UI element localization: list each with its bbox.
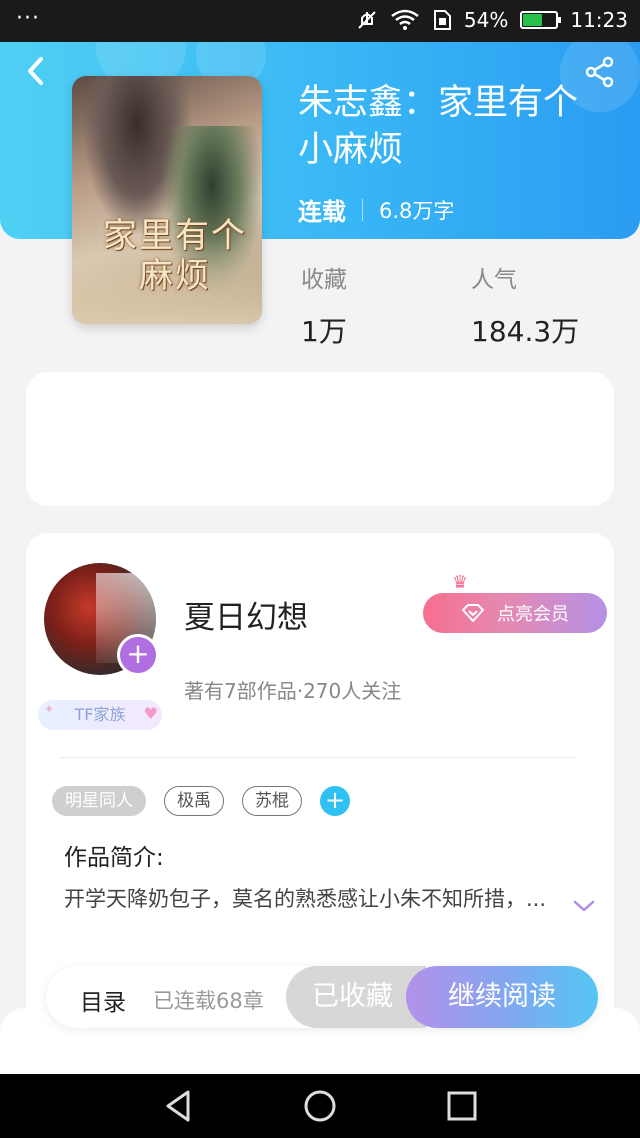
stat-popularity: 人气 184.3万 — [471, 260, 579, 350]
empty-card — [26, 372, 614, 506]
continue-reading-button[interactable]: 继续阅读 — [406, 966, 598, 1028]
tag-list: 明星同人 极禹 苏棍 + — [52, 786, 350, 816]
intro-text: 开学天降奶包子，莫名的熟悉感让小朱不知所措，... — [64, 887, 547, 911]
tag-item[interactable]: 极禹 — [164, 786, 224, 816]
stat-value: 1万 — [301, 315, 347, 348]
follow-plus-icon[interactable]: + — [117, 634, 159, 676]
chapter-count: 已连载68章 — [153, 989, 264, 1013]
stat-label: 人气 — [471, 267, 517, 293]
system-nav-bar — [0, 1074, 640, 1138]
author-info: 著有7部作品·270人关注 — [184, 679, 402, 703]
back-triangle-icon[interactable] — [160, 1088, 196, 1124]
family-badge: ✦ TF家族 ♥ — [38, 700, 162, 730]
stat-value: 184.3万 — [471, 315, 580, 348]
battery-percent: 54% — [463, 8, 509, 32]
card-divider — [60, 757, 576, 758]
stat-label: 收藏 — [301, 267, 347, 293]
meta-divider — [362, 198, 363, 221]
toc-button[interactable]: 目录 — [80, 983, 126, 1017]
battery-icon — [520, 11, 562, 29]
word-count: 6.8万字 — [379, 198, 455, 223]
book-title: 朱志鑫：家里有个小麻烦 — [298, 83, 579, 170]
vip-button[interactable]: 点亮会员 — [423, 593, 607, 633]
mute-icon — [358, 11, 376, 29]
wifi-icon — [391, 9, 419, 30]
back-icon[interactable] — [20, 54, 52, 88]
notification-dots: ··· — [16, 6, 40, 31]
vip-button-label: 点亮会员 — [497, 604, 569, 625]
tag-item[interactable]: 苏棍 — [242, 786, 302, 816]
sparkle-icon: ✦ — [44, 702, 55, 716]
diamond-icon — [462, 604, 484, 622]
book-meta: 连载 6.8万字 — [298, 192, 454, 227]
family-badge-label: TF家族 — [74, 705, 126, 724]
cover-title: 家里有个麻烦 — [103, 216, 247, 296]
recents-square-icon[interactable] — [444, 1088, 480, 1124]
intro-title: 作品简介: — [64, 845, 164, 871]
collected-button[interactable]: 已收藏 — [286, 966, 426, 1028]
tag-item[interactable]: 明星同人 — [52, 786, 146, 816]
heart-icon: ♥ — [143, 704, 158, 723]
home-circle-icon[interactable] — [302, 1088, 338, 1124]
author-name[interactable]: 夏日幻想 — [184, 592, 308, 637]
battery-fill — [523, 14, 542, 26]
add-tag-icon[interactable]: + — [320, 786, 350, 816]
sim-icon — [433, 10, 451, 30]
crown-icon: ♛ — [452, 572, 469, 593]
status-bar: ··· 54% 11:23 — [0, 0, 640, 42]
chevron-down-icon[interactable] — [572, 898, 596, 914]
clock: 11:23 — [570, 8, 628, 32]
book-cover[interactable]: 家里有个麻烦 — [72, 76, 262, 324]
stat-collections: 收藏 1万 — [301, 260, 347, 350]
serial-status: 连载 — [298, 198, 346, 226]
